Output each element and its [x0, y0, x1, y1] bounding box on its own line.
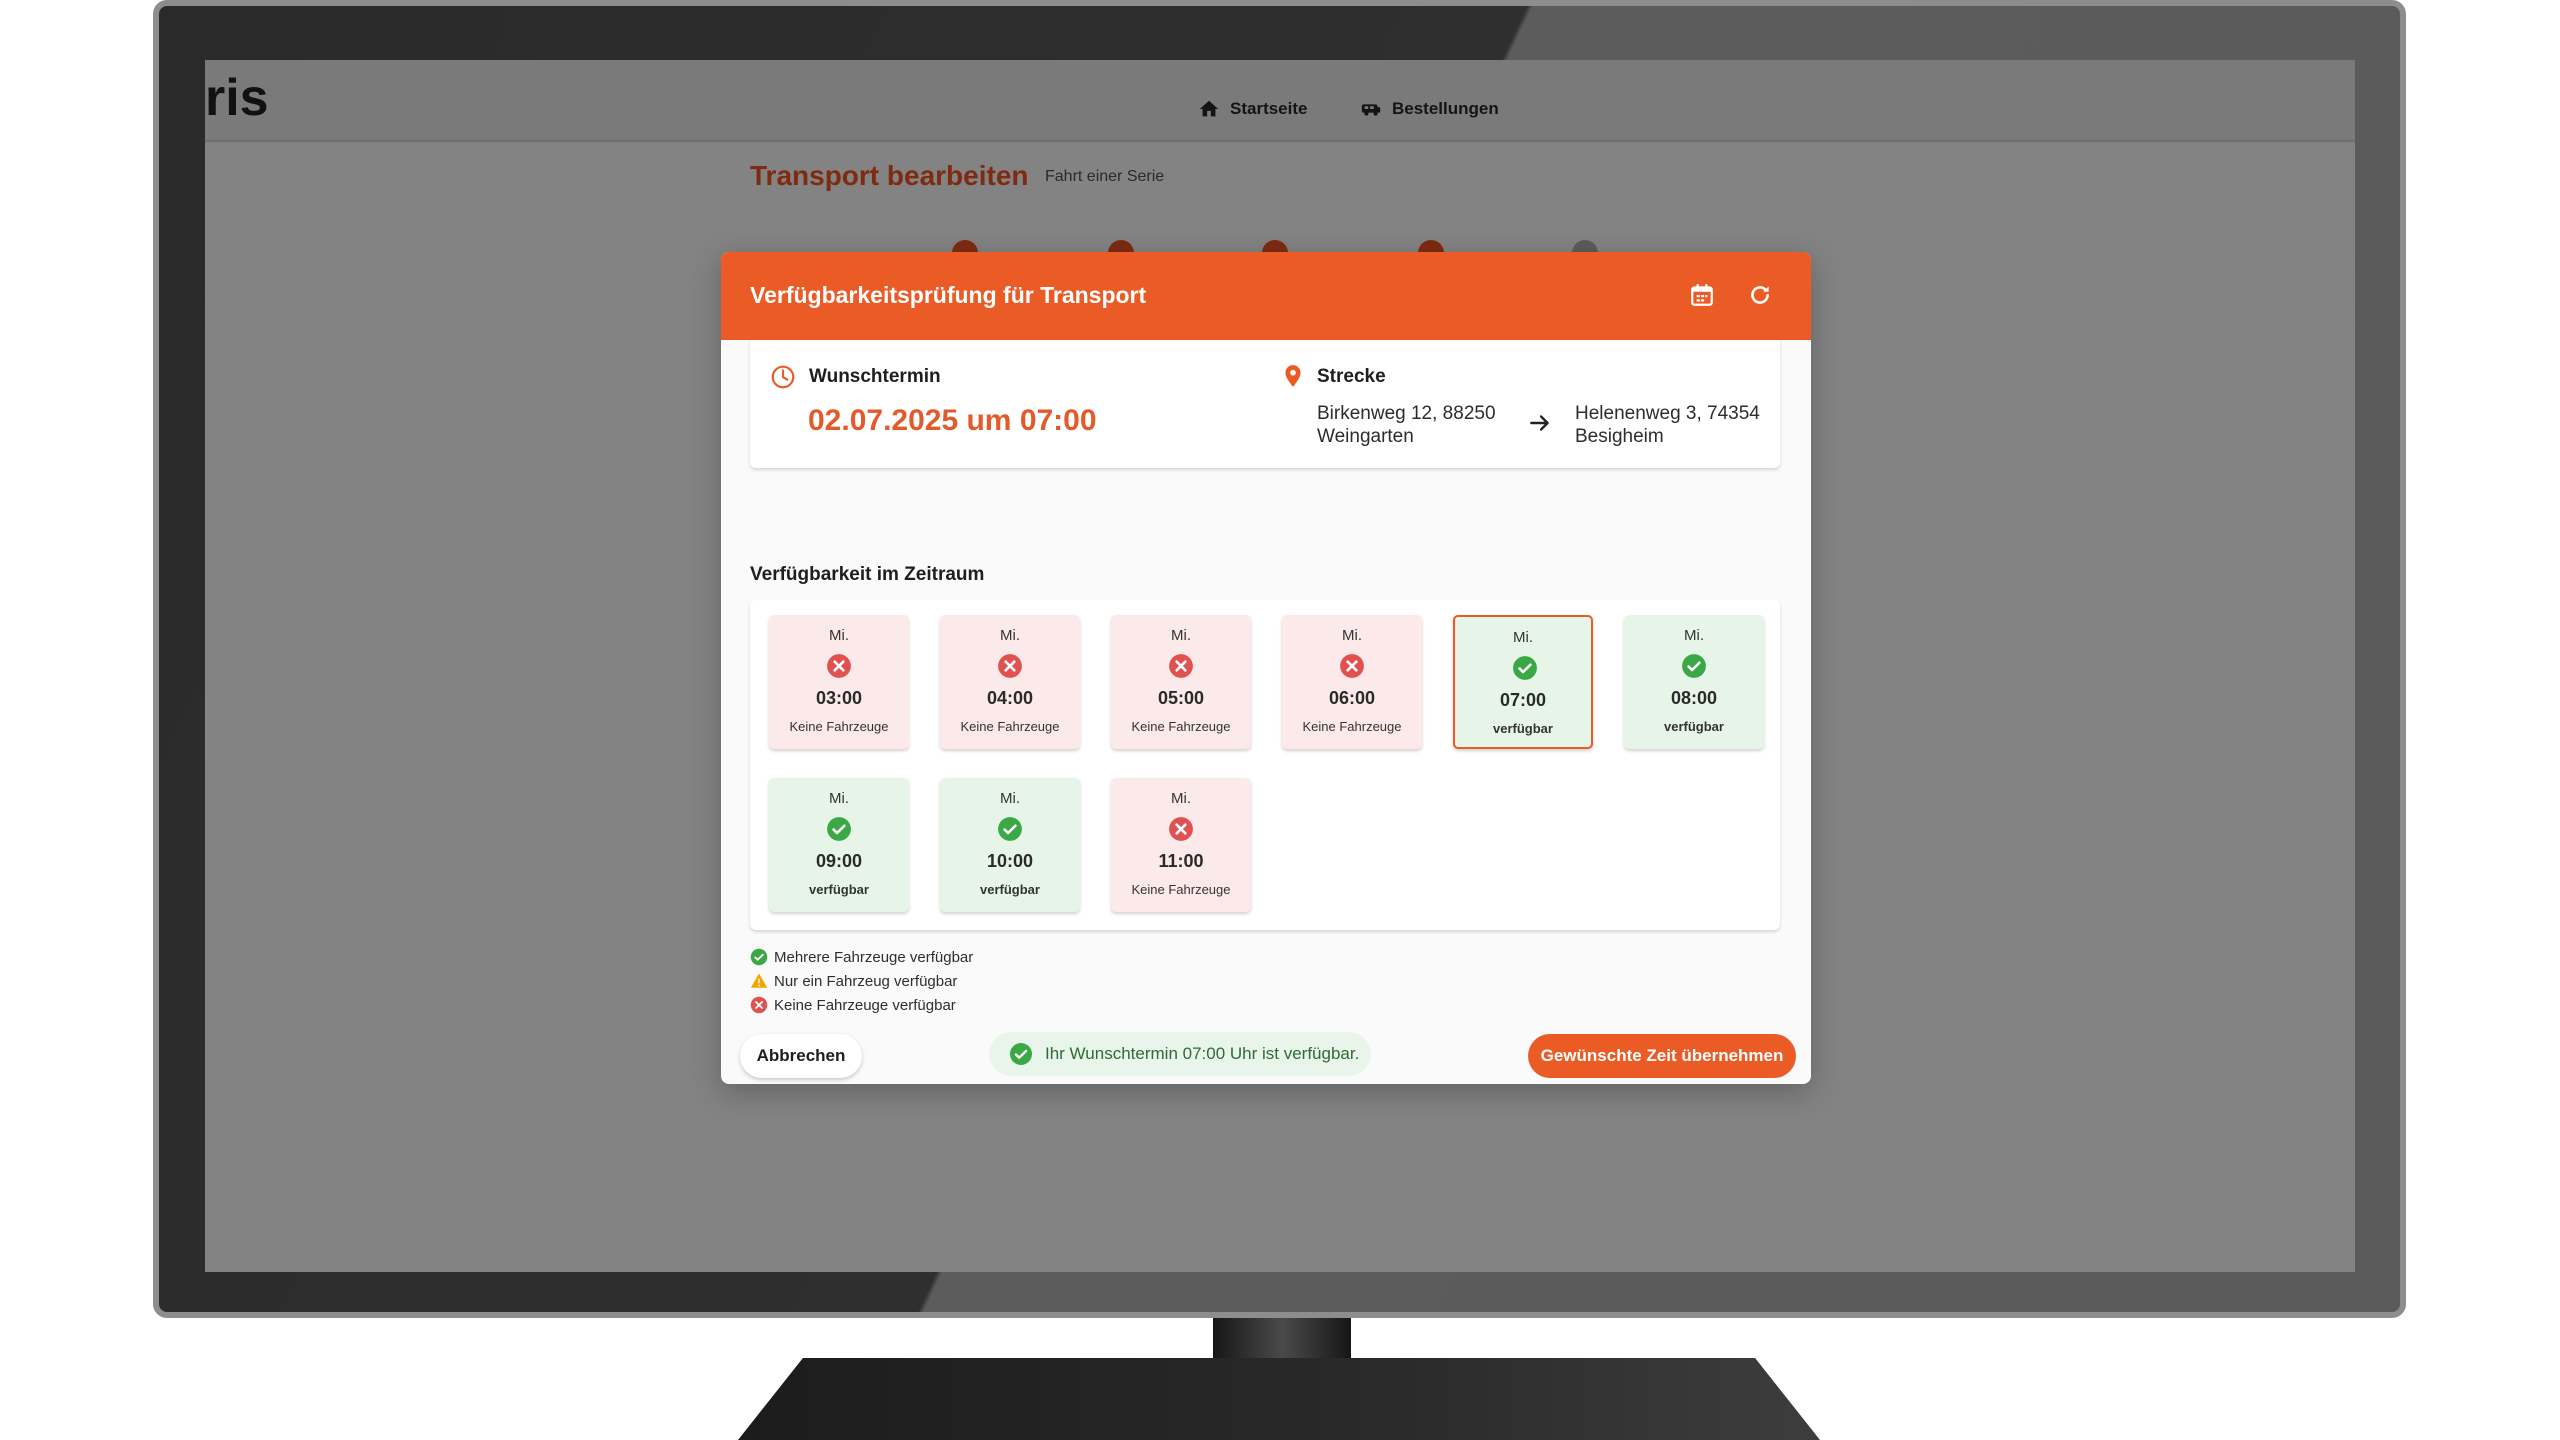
calendar-icon: [1691, 284, 1713, 306]
vehicle-icon: [1361, 104, 1381, 116]
time-slot[interactable]: Mi. 11:00 Keine Fahrzeuge: [1111, 778, 1251, 912]
slot-time: 04:00: [986, 688, 1034, 708]
slot-day: Mi.: [829, 790, 849, 807]
error-circle-icon: [827, 654, 851, 678]
legend-label: Keine Fahrzeuge verfügbar: [774, 996, 956, 1014]
cancel-button[interactable]: Abbrechen: [740, 1034, 862, 1078]
slot-day: Mi.: [1171, 790, 1191, 807]
slot-status: verfügbar: [1664, 719, 1724, 734]
legend-label: Mehrere Fahrzeuge verfügbar: [774, 948, 974, 966]
info-card: Wunschtermin 02.07.2025 um 07:00 Strecke…: [750, 340, 1780, 468]
slot-day: Mi.: [1171, 627, 1191, 644]
route-to-line1: Helenenweg 3, 74354: [1575, 403, 1760, 424]
slot-status: Keine Fahrzeuge: [789, 719, 889, 734]
route-to: Helenenweg 3, 74354 Besigheim: [1575, 402, 1760, 448]
slot-status: Keine Fahrzeuge: [1131, 719, 1231, 734]
app-header: ris Startseite Bestellungen: [205, 60, 2355, 142]
check-circle-icon: [998, 817, 1022, 841]
slot-status: Keine Fahrzeuge: [960, 719, 1060, 734]
home-icon: [1199, 100, 1219, 117]
check-circle-icon: [827, 817, 851, 841]
slot-day: Mi.: [1000, 627, 1020, 644]
time-slot[interactable]: Mi. 03:00 Keine Fahrzeuge: [769, 615, 909, 749]
slot-time: 03:00: [815, 688, 863, 708]
error-circle-icon: [1169, 817, 1193, 841]
check-circle-icon: [1010, 1043, 1032, 1065]
wunschtermin-label: Wunschtermin: [809, 366, 941, 387]
nav-label: Startseite: [1230, 99, 1308, 118]
slot-day: Mi.: [1513, 629, 1533, 646]
slot-status: Keine Fahrzeuge: [1302, 719, 1402, 734]
page-subtitle: Fahrt einer Serie: [1045, 168, 1165, 185]
check-circle-icon: [1513, 656, 1537, 680]
refresh-icon: [1751, 286, 1769, 304]
slot-status: verfügbar: [1493, 721, 1553, 736]
slot-time: 07:00: [1499, 690, 1547, 710]
availability-message: Ihr Wunschtermin 07:00 Uhr ist verfügbar…: [989, 1032, 1371, 1076]
error-circle-icon: [1340, 654, 1364, 678]
availability-message-text: Ihr Wunschtermin 07:00 Uhr ist verfügbar…: [1045, 1044, 1360, 1063]
time-slot[interactable]: Mi. 09:00 verfügbar: [769, 778, 909, 912]
modal-title: Verfügbarkeitsprüfung für Transport: [750, 282, 1147, 308]
legend-label: Nur ein Fahrzeug verfügbar: [774, 972, 958, 990]
slot-day: Mi.: [1000, 790, 1020, 807]
slot-time: 11:00: [1158, 851, 1204, 871]
nav-bestellungen[interactable]: Bestellungen: [1360, 98, 1499, 120]
route-from-line2: Weingarten: [1317, 426, 1414, 447]
calendar-button[interactable]: [1689, 282, 1719, 312]
slot-day: Mi.: [1342, 627, 1362, 644]
location-pin-icon: [1285, 365, 1301, 387]
error-circle-icon: [750, 996, 768, 1014]
time-slot[interactable]: Mi. 07:00 verfügbar: [1453, 615, 1593, 749]
refresh-button[interactable]: [1747, 282, 1777, 312]
error-circle-icon: [1169, 654, 1193, 678]
route-to-line2: Besigheim: [1575, 426, 1664, 447]
legend-item: Mehrere Fahrzeuge verfügbar: [750, 948, 973, 966]
availability-modal: Verfügbarkeitsprüfung für Transport Wuns…: [721, 252, 1811, 1084]
slot-status: verfügbar: [809, 882, 869, 897]
time-slot[interactable]: Mi. 04:00 Keine Fahrzeuge: [940, 615, 1080, 749]
slot-status: Keine Fahrzeuge: [1131, 882, 1231, 897]
slot-time: 09:00: [815, 851, 863, 871]
nav-label: Bestellungen: [1392, 99, 1499, 118]
modal-header: Verfügbarkeitsprüfung für Transport: [721, 252, 1811, 340]
time-slot[interactable]: Mi. 06:00 Keine Fahrzeuge: [1282, 615, 1422, 749]
arrow-right-icon: [1530, 415, 1549, 431]
page-title: Transport bearbeiten: [750, 160, 1029, 191]
nav-startseite[interactable]: Startseite: [1198, 98, 1307, 120]
accept-time-button[interactable]: Gewünschte Zeit übernehmen: [1528, 1034, 1796, 1078]
app-logo: ris: [205, 69, 269, 127]
slot-time: 06:00: [1328, 688, 1376, 708]
legend-item: Keine Fahrzeuge verfügbar: [750, 996, 956, 1014]
legend-item: Nur ein Fahrzeug verfügbar: [750, 972, 957, 990]
screen: ris Startseite Bestellungen Transport be…: [205, 60, 2355, 1272]
section-label: Verfügbarkeit im Zeitraum: [750, 564, 985, 585]
slots-grid: Mi. 03:00 Keine Fahrzeuge Mi. 04:00 Keine Fah…: [750, 600, 1780, 930]
route-from: Birkenweg 12, 88250 Weingarten: [1317, 402, 1496, 448]
wunschtermin-value: 02.07.2025 um 07:00: [808, 404, 1097, 437]
clock-icon: [771, 365, 795, 389]
time-slot[interactable]: Mi. 10:00 verfügbar: [940, 778, 1080, 912]
warning-icon: [750, 973, 768, 988]
monitor-stand-base: [738, 1358, 1820, 1440]
check-circle-icon: [1682, 654, 1706, 678]
slot-day: Mi.: [1684, 627, 1704, 644]
slot-time: 05:00: [1157, 688, 1205, 708]
error-circle-icon: [998, 654, 1022, 678]
slot-status: verfügbar: [980, 882, 1040, 897]
time-slot[interactable]: Mi. 05:00 Keine Fahrzeuge: [1111, 615, 1251, 749]
slot-time: 10:00: [986, 851, 1034, 871]
check-circle-icon: [750, 948, 768, 966]
slot-time: 08:00: [1670, 688, 1718, 708]
time-slot[interactable]: Mi. 08:00 verfügbar: [1624, 615, 1764, 749]
route-from-line1: Birkenweg 12, 88250: [1317, 403, 1496, 424]
strecke-label: Strecke: [1317, 366, 1386, 387]
slot-day: Mi.: [829, 627, 849, 644]
